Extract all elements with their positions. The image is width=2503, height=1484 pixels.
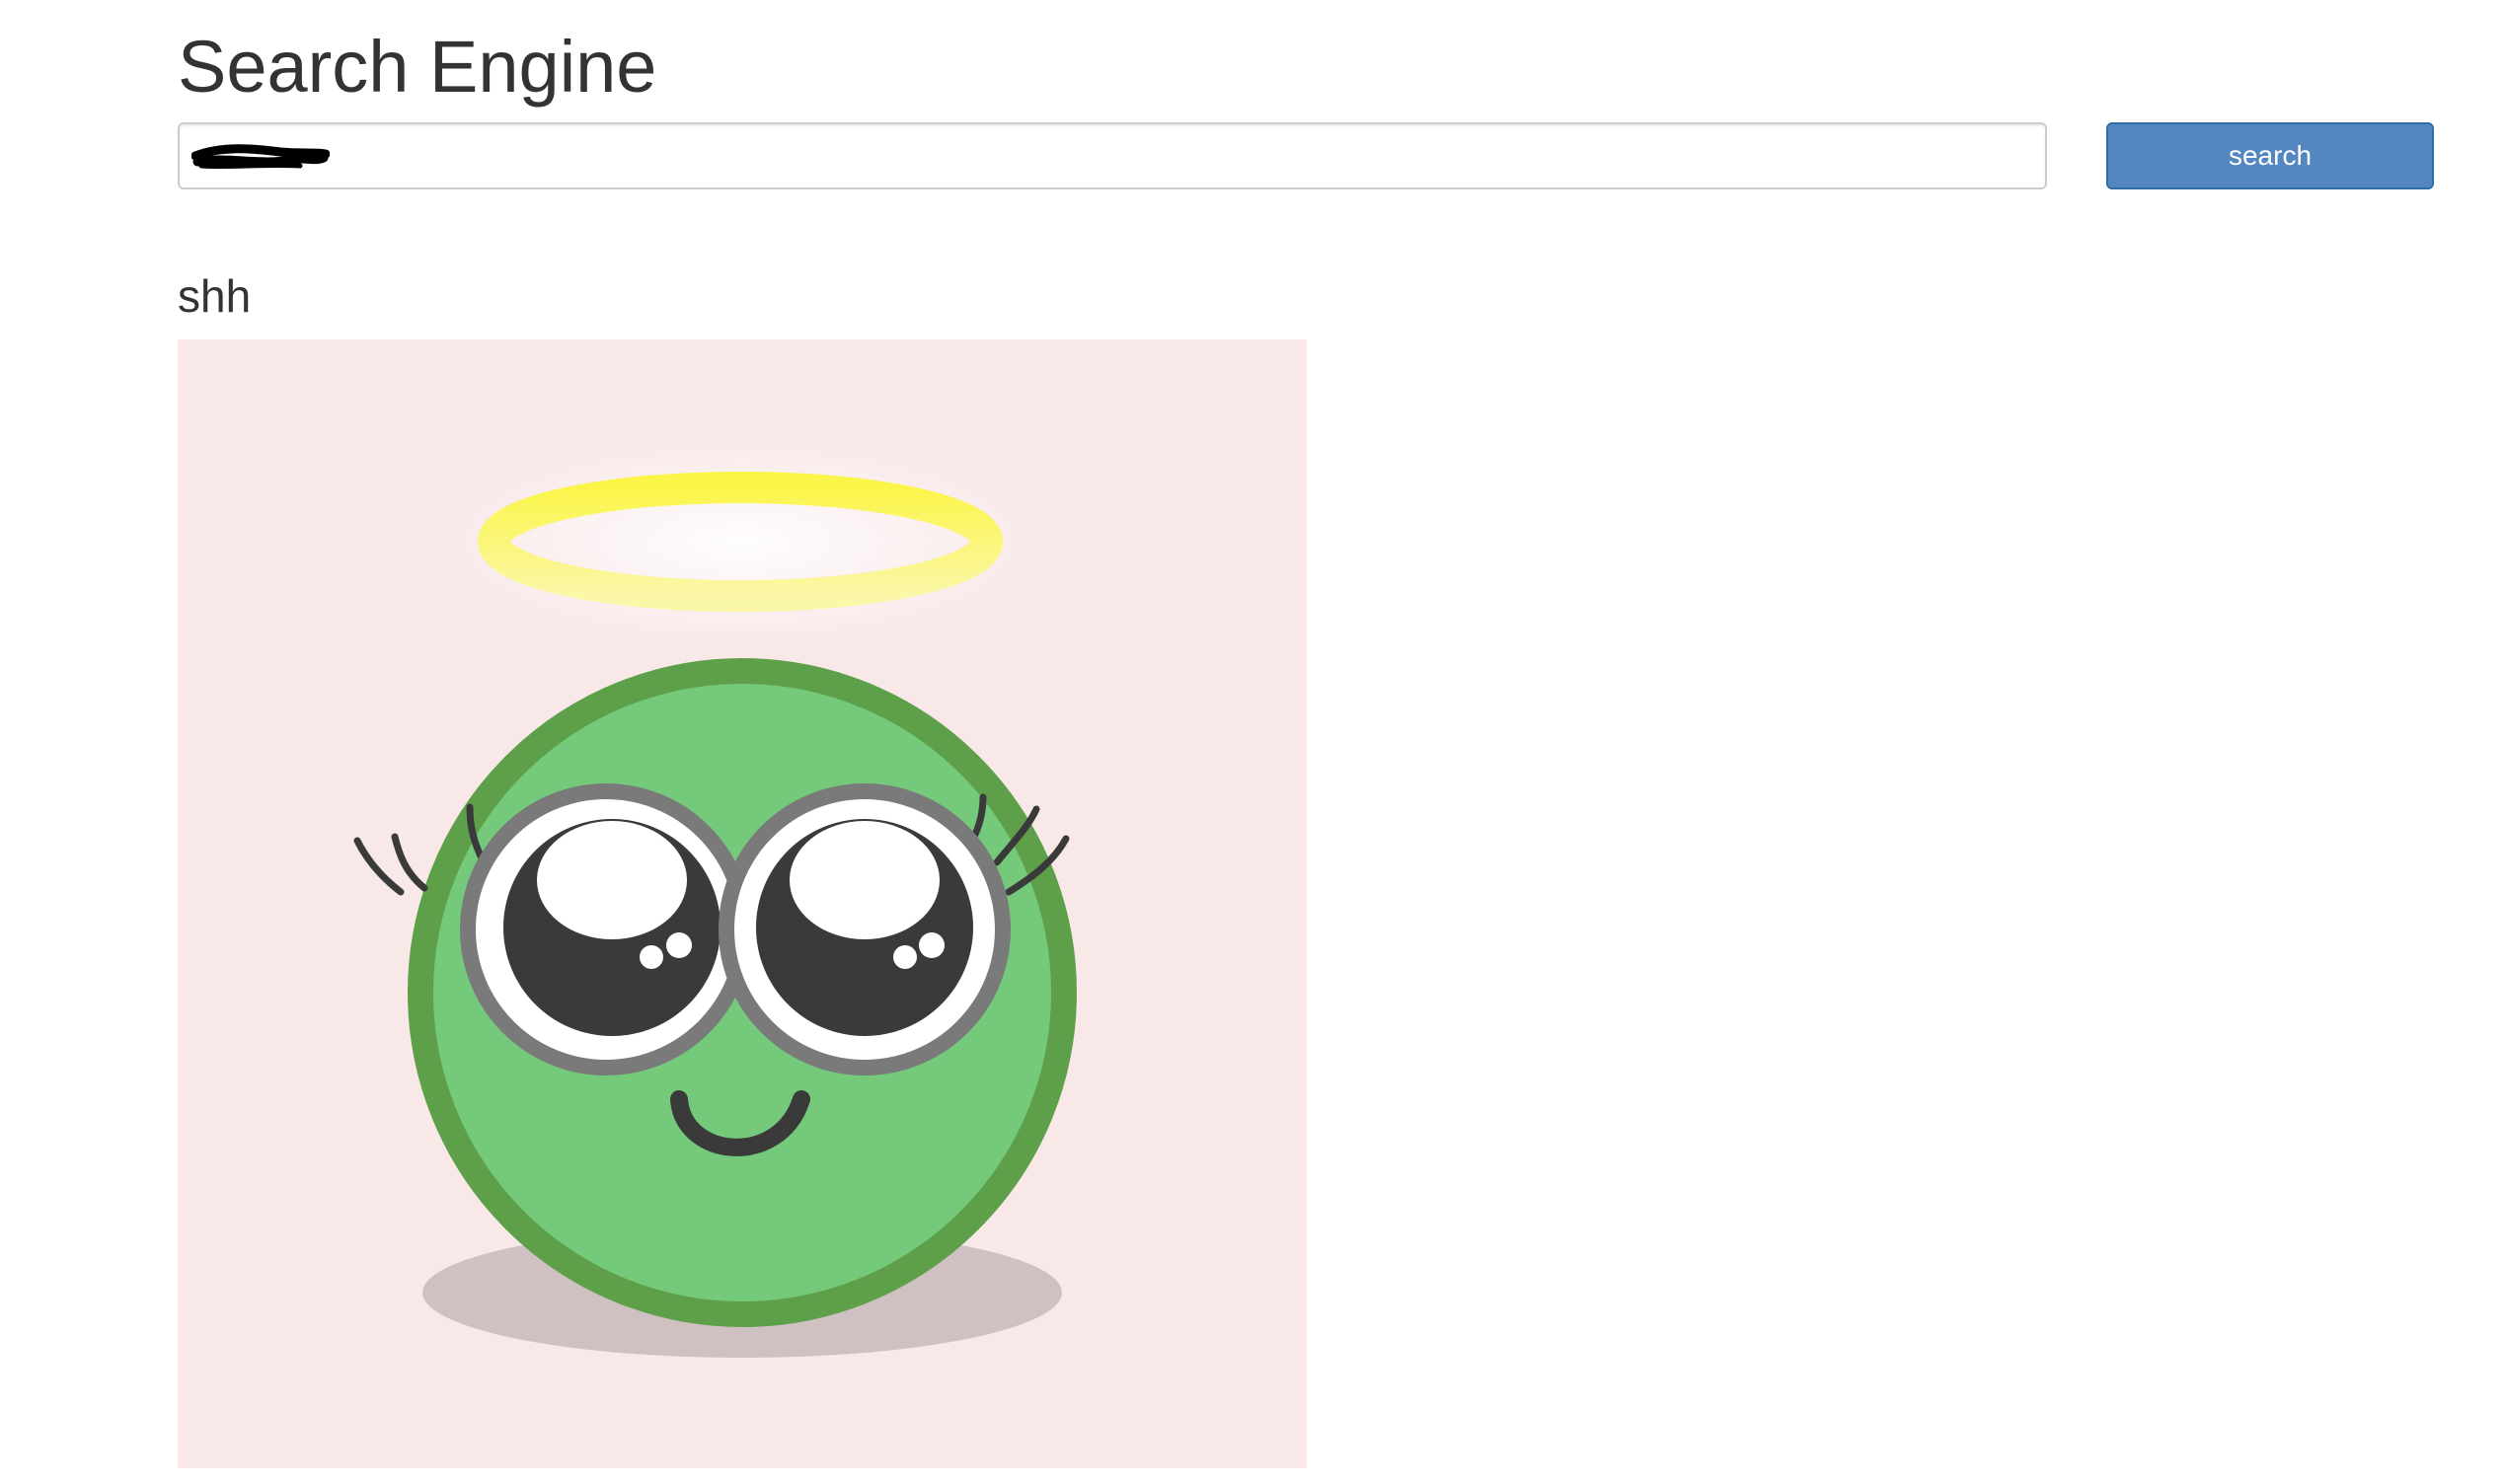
- halo-glow: [415, 433, 1066, 650]
- page: Search Engine search shh: [0, 0, 2503, 1484]
- search-bar: search: [178, 122, 2438, 189]
- page-title: Search Engine: [178, 26, 657, 108]
- right-eye: [719, 783, 1011, 1076]
- search-input[interactable]: [178, 122, 2047, 189]
- left-eye: [460, 783, 752, 1076]
- result-title: shh: [178, 270, 252, 322]
- angel-smiley-image: [353, 433, 1077, 1358]
- result-image[interactable]: [178, 339, 1307, 1468]
- search-button[interactable]: search: [2106, 122, 2434, 189]
